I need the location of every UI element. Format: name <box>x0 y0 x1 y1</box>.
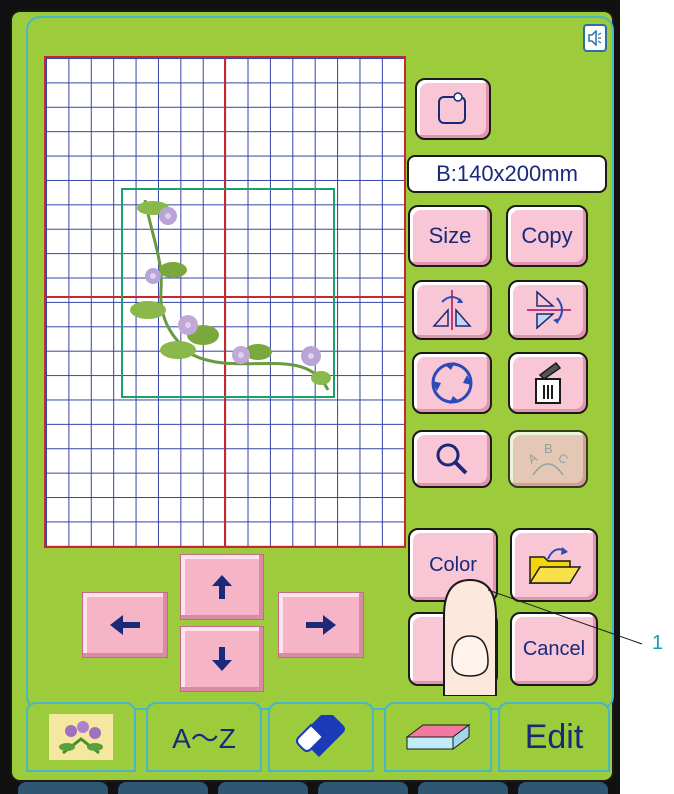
hoop-size-display: B:140x200mm <box>407 155 607 193</box>
strip-tab <box>418 782 508 794</box>
arrow-right-icon <box>306 615 336 635</box>
bottom-tab-strip <box>18 782 608 794</box>
flower-pattern-icon <box>49 714 113 760</box>
move-down-button[interactable] <box>180 626 264 692</box>
hoop-outline <box>121 188 335 398</box>
tab-edit[interactable]: Edit <box>498 702 610 772</box>
strip-tab <box>518 782 608 794</box>
arc-text-button[interactable]: A B C <box>508 430 588 488</box>
mirror-horizontal-button[interactable] <box>412 280 492 340</box>
move-up-button[interactable] <box>180 554 264 620</box>
hoop-select-button[interactable] <box>415 78 491 140</box>
arrow-left-icon <box>110 615 140 635</box>
folder-open-icon <box>528 547 582 584</box>
move-right-button[interactable] <box>278 592 364 658</box>
strip-tab <box>18 782 108 794</box>
flower-design[interactable] <box>123 190 333 396</box>
copy-button[interactable]: Copy <box>506 205 588 267</box>
speaker-button[interactable] <box>583 24 607 52</box>
arrow-down-icon <box>212 647 232 671</box>
svg-text:C: C <box>556 450 571 467</box>
tab-eraser[interactable] <box>268 702 374 772</box>
eraser-icon <box>296 715 345 757</box>
callout-number: 1 <box>652 632 664 654</box>
strip-tab <box>218 782 308 794</box>
rotate-icon <box>431 362 473 404</box>
arrow-up-icon <box>212 575 232 599</box>
tab-letters[interactable]: A～Z <box>146 702 262 772</box>
strip-tab <box>318 782 408 794</box>
svg-text:A: A <box>526 450 540 466</box>
svg-text:B: B <box>544 441 553 456</box>
speaker-icon <box>588 30 602 46</box>
tab-patterns[interactable] <box>26 702 136 772</box>
zoom-icon <box>436 443 468 475</box>
size-button[interactable]: Size <box>408 205 492 267</box>
hoop-select-icon <box>438 92 466 124</box>
move-left-button[interactable] <box>82 592 168 658</box>
mirror-vertical-icon <box>527 290 571 330</box>
zoom-button[interactable] <box>412 430 492 488</box>
pink-block-icon <box>405 724 471 750</box>
delete-button[interactable] <box>508 352 588 414</box>
delete-icon <box>535 361 562 404</box>
embroidery-grid[interactable] <box>44 56 406 548</box>
arc-text-icon: A B C <box>526 441 571 476</box>
strip-tab <box>118 782 208 794</box>
mirror-horizontal-icon <box>432 290 472 330</box>
tab-block[interactable] <box>384 702 492 772</box>
callout-line <box>487 589 643 645</box>
rotate-button[interactable] <box>412 352 492 414</box>
mirror-vertical-button[interactable] <box>508 280 588 340</box>
